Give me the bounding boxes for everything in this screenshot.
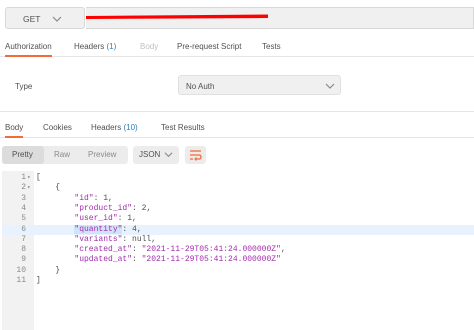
code-text: [ xyxy=(36,173,41,182)
method-select[interactable]: GET xyxy=(5,7,85,29)
line-number: 9 xyxy=(21,255,26,265)
wrap-lines-button[interactable] xyxy=(185,146,206,164)
tab-label: Cookies xyxy=(43,123,72,132)
preview-button[interactable]: Preview xyxy=(88,150,116,159)
method-label: GET xyxy=(23,14,41,24)
line-number: 2 xyxy=(21,183,26,193)
code-text: "updated_at": "2021-11-29T05:41:24.00000… xyxy=(74,255,281,265)
request-tabs: Authorization Headers (1) Body Pre-reque… xyxy=(0,37,474,57)
language-select[interactable]: JSON xyxy=(133,146,179,164)
code-line: 1 ▾ [ xyxy=(2,173,474,183)
code-text: { xyxy=(36,183,61,193)
chevron-down-icon xyxy=(325,83,335,89)
url-redaction-mark xyxy=(86,14,268,19)
line-number: 7 xyxy=(21,234,26,244)
tab-count: (1) xyxy=(106,42,117,51)
pretty-label: Pretty xyxy=(12,150,33,159)
json-key: "user_id" xyxy=(74,214,118,224)
json-value: 1 xyxy=(127,214,133,224)
tab-authorization[interactable]: Authorization xyxy=(5,42,52,57)
tab-label: Pre-request Script xyxy=(177,42,242,51)
json-key: "product_id" xyxy=(74,203,133,213)
auth-type-value: No Auth xyxy=(186,82,215,91)
line-number: 11 xyxy=(16,276,26,285)
code-line: 9 "updated_at": "2021-11-29T05:41:24.000… xyxy=(2,255,474,265)
tab-tests[interactable]: Tests xyxy=(262,42,281,51)
wrap-lines-icon xyxy=(190,150,202,161)
raw-button[interactable]: Raw xyxy=(54,150,70,159)
fold-toggle-icon[interactable]: ▾ xyxy=(27,183,31,193)
code-text: "id": 1, xyxy=(74,193,113,203)
line-number: 8 xyxy=(21,245,26,255)
line-number: 4 xyxy=(21,203,26,213)
code-line: 8 "created_at": "2021-11-29T05:41:24.000… xyxy=(2,245,474,255)
code-text: "quantity": 4, xyxy=(74,224,142,234)
tab-headers[interactable]: Headers (1) xyxy=(74,42,116,51)
code-line: 2 ▾ { xyxy=(2,183,474,193)
request-bar: GET xyxy=(0,0,474,36)
json-key: "variants" xyxy=(74,234,123,244)
auth-type-select[interactable]: No Auth xyxy=(178,75,341,95)
section-divider xyxy=(0,111,474,112)
json-value: "2021-11-29T05:41:24.000000Z" xyxy=(141,245,281,255)
code-line: 7 "variants": null, xyxy=(2,235,474,245)
json-value: null xyxy=(132,234,152,244)
code-text: "product_id": 2, xyxy=(74,203,152,213)
code-line: 3 "id": 1, xyxy=(2,194,474,204)
response-tabs: Body Cookies Headers (10) Test Results xyxy=(0,118,474,138)
format-toggle-group: Pretty Raw Preview xyxy=(2,146,128,164)
tab-body[interactable]: Body xyxy=(140,42,158,51)
code-text: ] xyxy=(36,276,41,285)
json-key: "updated_at" xyxy=(74,255,133,265)
json-key: "id" xyxy=(74,193,94,203)
tab-response-headers[interactable]: Headers (10) xyxy=(91,123,138,132)
code-text: "user_id": 1, xyxy=(74,214,137,224)
code-line: 10 } xyxy=(2,266,474,276)
line-number: 10 xyxy=(16,265,26,275)
json-value: 1 xyxy=(103,193,109,203)
tab-label: Body xyxy=(140,42,159,51)
tab-test-results[interactable]: Test Results xyxy=(161,123,205,132)
tab-label: Tests xyxy=(262,42,281,51)
json-value: 4 xyxy=(132,224,137,234)
auth-type-label: Type xyxy=(15,82,33,91)
json-key: "created_at" xyxy=(74,245,133,255)
tab-count: (10) xyxy=(123,123,138,132)
line-number: 5 xyxy=(21,214,26,224)
response-body-editor[interactable]: 1 ▾[2 ▾ {3 "id": 1, 4 "product_id": 2, 5 "us… xyxy=(2,171,474,330)
code-line: 6 "quantity": 4, xyxy=(2,224,474,235)
tab-label: Headers xyxy=(74,42,105,51)
tab-label: Authorization xyxy=(5,42,52,51)
json-key: "quantity" xyxy=(74,224,123,234)
line-number: 1 xyxy=(21,173,26,182)
language-value: JSON xyxy=(139,150,161,159)
fold-toggle-icon[interactable]: ▾ xyxy=(27,173,31,183)
tab-label: Headers xyxy=(91,123,122,132)
pretty-button[interactable]: Pretty xyxy=(2,146,44,164)
tab-label: Test Results xyxy=(161,123,205,132)
line-number: 3 xyxy=(21,193,26,203)
json-value: 2 xyxy=(141,203,147,213)
code-line: 5 "user_id": 1, xyxy=(2,214,474,224)
tab-cookies[interactable]: Cookies xyxy=(43,123,72,132)
tab-label: Body xyxy=(5,123,24,132)
code-text: "created_at": "2021-11-29T05:41:24.00000… xyxy=(74,245,286,255)
chevron-down-icon xyxy=(52,16,62,22)
code-text: } xyxy=(36,265,61,275)
code-text: "variants": null, xyxy=(74,234,157,244)
tab-pre-request-script[interactable]: Pre-request Script xyxy=(177,42,241,51)
chevron-down-icon xyxy=(164,152,173,158)
code-line: 11] xyxy=(2,276,474,286)
code-line: 4 "product_id": 2, xyxy=(2,204,474,214)
json-value: "2021-11-29T05:41:24.000000Z" xyxy=(141,255,281,265)
line-number: 6 xyxy=(21,224,26,234)
tab-response-body[interactable]: Body xyxy=(5,123,24,138)
